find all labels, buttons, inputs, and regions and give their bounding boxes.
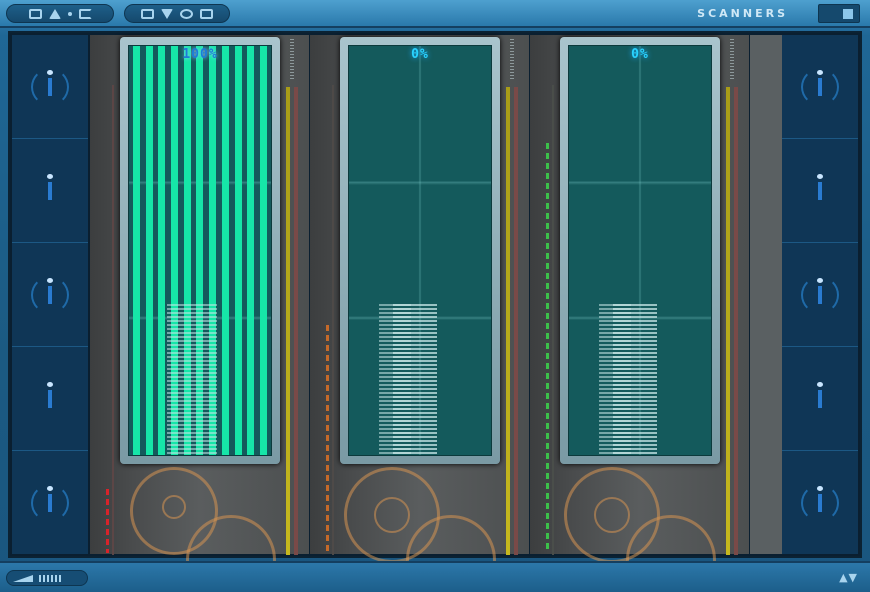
scanner-3-readout: 0% bbox=[631, 47, 649, 62]
box-icon[interactable] bbox=[28, 8, 42, 19]
nav-group-right[interactable] bbox=[124, 4, 230, 23]
scanner-2-readout: 0% bbox=[411, 47, 429, 62]
info-icon[interactable] bbox=[47, 173, 53, 200]
red-indicator bbox=[106, 489, 109, 553]
info-slot[interactable] bbox=[12, 347, 88, 451]
info-slot[interactable] bbox=[12, 139, 88, 243]
info-slot[interactable] bbox=[782, 243, 858, 347]
info-icon[interactable] bbox=[801, 483, 839, 522]
info-slot[interactable] bbox=[782, 347, 858, 451]
title-bar: SCANNERS bbox=[0, 0, 870, 28]
info-icon[interactable] bbox=[31, 67, 69, 106]
yellow-meter bbox=[506, 87, 510, 555]
info-icon[interactable] bbox=[47, 381, 53, 408]
info-icon[interactable] bbox=[31, 483, 69, 522]
bottom-bar: ▲▼ bbox=[0, 561, 870, 592]
scanner-screen-1: 100% bbox=[120, 37, 280, 464]
orange-indicator bbox=[326, 325, 329, 553]
red-meter bbox=[514, 87, 518, 555]
info-icon[interactable] bbox=[31, 275, 69, 314]
red-meter bbox=[294, 87, 298, 555]
down-arrow-icon[interactable] bbox=[161, 8, 173, 19]
yellow-meter bbox=[286, 87, 290, 555]
yellow-meter bbox=[726, 87, 730, 555]
dot-icon[interactable] bbox=[67, 11, 72, 16]
info-slot[interactable] bbox=[12, 35, 88, 139]
red-meter bbox=[734, 87, 738, 555]
scanner-screen-2: 0% bbox=[340, 37, 500, 464]
info-slot[interactable] bbox=[782, 139, 858, 243]
house-icon[interactable] bbox=[200, 8, 213, 19]
bottom-controls[interactable] bbox=[6, 570, 88, 586]
info-icon[interactable] bbox=[801, 275, 839, 314]
info-slot[interactable] bbox=[782, 451, 858, 554]
left-info-column bbox=[12, 35, 88, 554]
info-icon[interactable] bbox=[817, 381, 823, 408]
scanner-panel-3[interactable]: 0% bbox=[530, 35, 749, 592]
c-icon[interactable] bbox=[78, 8, 92, 19]
scanner-frame: 100% 0% 0% bbox=[8, 31, 862, 592]
info-slot[interactable] bbox=[12, 451, 88, 554]
triangle-icon[interactable] bbox=[48, 8, 61, 19]
green-indicator bbox=[546, 143, 549, 553]
right-info-column bbox=[782, 35, 858, 554]
window-toggle-button[interactable] bbox=[818, 4, 860, 23]
window-title: SCANNERS bbox=[697, 7, 788, 20]
info-slot[interactable] bbox=[12, 243, 88, 347]
info-slot[interactable] bbox=[782, 35, 858, 139]
ticks-icon bbox=[39, 575, 61, 582]
scroll-arrows-icon[interactable]: ▲▼ bbox=[839, 571, 858, 584]
scanner-panel-1[interactable]: 100% bbox=[90, 35, 309, 592]
scanner-panel-2[interactable]: 0% bbox=[310, 35, 529, 592]
scanner-screen-3: 0% bbox=[560, 37, 720, 464]
info-icon[interactable] bbox=[801, 67, 839, 106]
info-icon[interactable] bbox=[817, 173, 823, 200]
nav-group-left[interactable] bbox=[6, 4, 114, 23]
circle-icon[interactable] bbox=[180, 8, 193, 19]
wedge-icon[interactable] bbox=[13, 575, 33, 582]
scanner-1-readout: 100% bbox=[182, 47, 218, 62]
bracket-icon[interactable] bbox=[141, 8, 154, 19]
scanners-window: SCANNERS 100% 0% 0% ▲▼ bbox=[0, 0, 870, 592]
